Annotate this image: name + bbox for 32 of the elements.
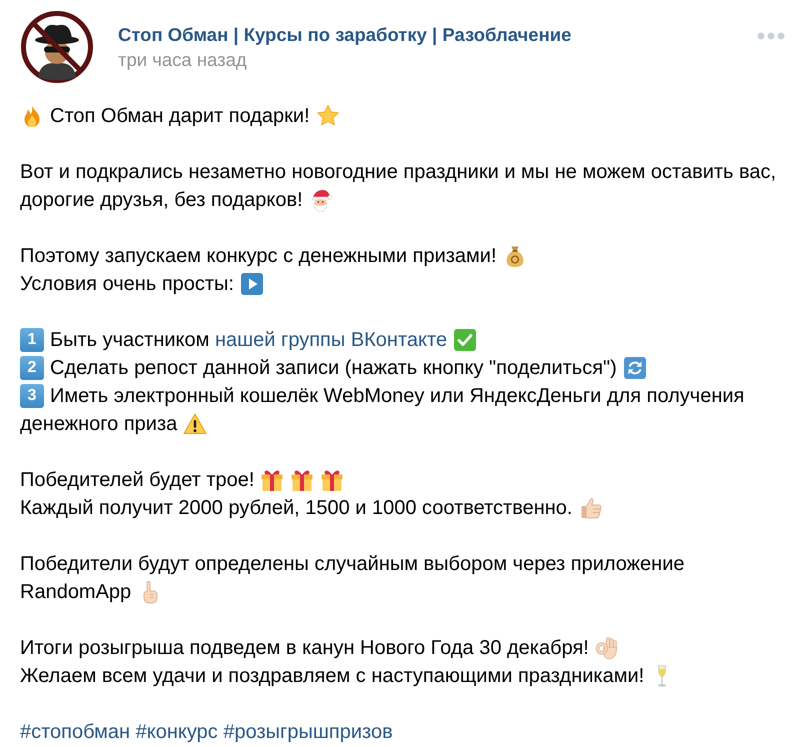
hashtag-link[interactable]: #стопобман <box>20 721 130 743</box>
post-text: 2 Сделать репост данной записи (нажать кнопку "поделиться") <box>20 354 647 382</box>
warning-icon <box>183 412 208 436</box>
star-icon <box>316 104 340 128</box>
post-text: Победители будут определены случайным выбором через приложение RandomApp <box>20 552 686 606</box>
group-name-link[interactable]: Стоп Обман | Курсы по заработку | Разоблачение <box>118 24 572 46</box>
post-text: Итоги розыгрыша подведем в канун Нового Года 30 декабря! <box>20 634 619 662</box>
post-text: Стоп Обман дарит подарки! <box>20 102 340 130</box>
gift-icon <box>260 468 284 492</box>
group-link[interactable]: нашей группы ВКонтакте <box>214 329 448 351</box>
post-text: Победителей будет трое! <box>20 466 344 494</box>
thumbs-up-icon <box>578 496 602 520</box>
post-text: Условия очень просты: <box>20 270 264 298</box>
gift-icon <box>290 468 314 492</box>
post-text: Вот и подкрались незаметно новогодние праздники и мы не можем оставить вас, дорогие друзья, без подарков! <box>20 160 778 214</box>
number-keycap: 3 <box>20 384 44 408</box>
refresh-icon <box>622 356 647 380</box>
check-mark-icon <box>453 328 478 352</box>
spy-avatar-icon[interactable] <box>21 11 93 83</box>
post-text: Поэтому запускаем конкурс с денежными призами! <box>20 242 527 270</box>
gift-icon <box>320 468 344 492</box>
post-text: Каждый получит 2000 рублей, 1500 и 1000 соответственно. <box>20 494 602 522</box>
number-keycap: 1 <box>20 328 44 352</box>
post-text: 3 Иметь электронный кошелёк WebMoney или ЯндексДеньги для получения денежного приза <box>20 383 746 438</box>
hashtag-link[interactable]: #розыгрышпризов <box>223 721 393 743</box>
ok-hand-icon <box>594 636 619 660</box>
post-text: 1 Быть участником нашей группы ВКонтакте <box>20 326 478 354</box>
number-keycap: 2 <box>20 356 44 380</box>
play-icon <box>240 272 264 296</box>
post-time: три часа назад <box>118 49 247 71</box>
post-text: Желаем всем удачи и поздравляем с наступающими праздниками! <box>20 662 674 690</box>
hashtag-link[interactable]: #конкурс <box>136 721 218 743</box>
